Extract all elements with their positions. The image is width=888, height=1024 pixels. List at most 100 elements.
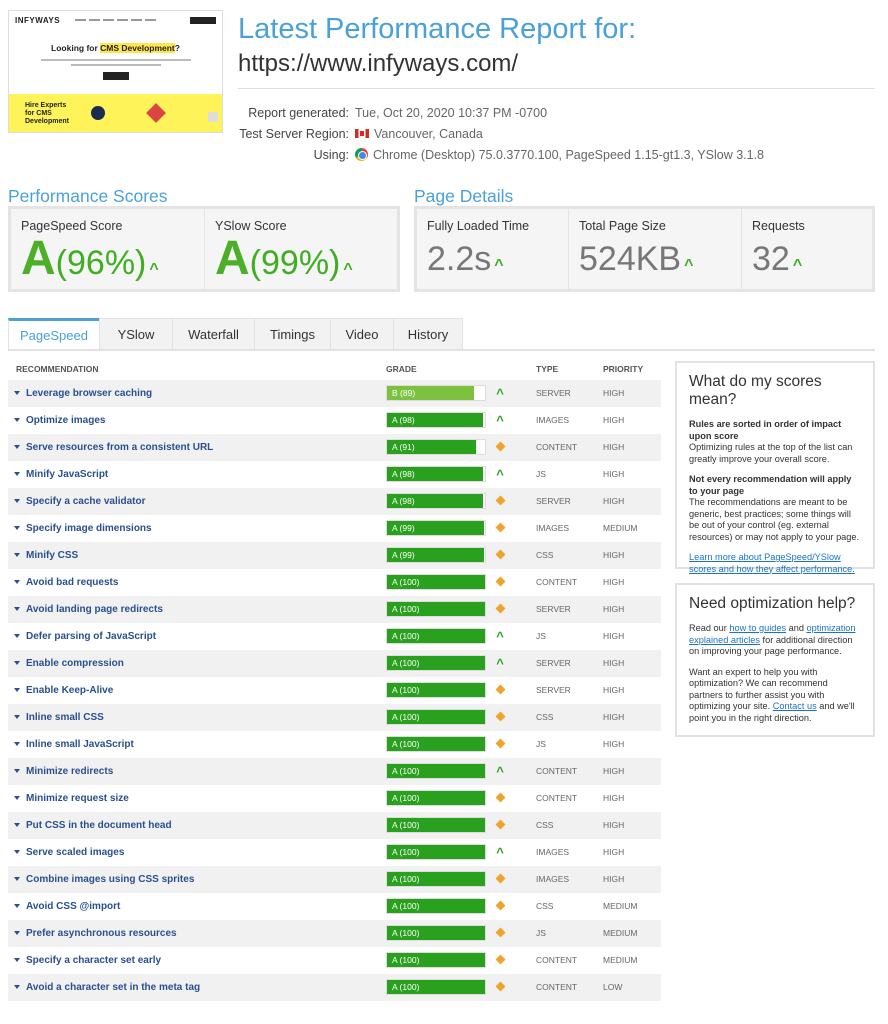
grade-value: A (98) bbox=[392, 469, 415, 479]
column-grade: GRADE bbox=[386, 364, 417, 374]
pagespeed-score-label: PageSpeed Score bbox=[21, 219, 123, 233]
recommendation-toggle[interactable]: Minify CSS bbox=[14, 542, 78, 569]
recommendation-toggle[interactable]: Inline small CSS bbox=[14, 704, 104, 731]
recommendation-toggle[interactable]: Combine images using CSS sprites bbox=[14, 866, 194, 893]
total-size-cell: Total Page Size 524KB ^ bbox=[569, 209, 742, 289]
table-row[interactable]: Serve resources from a consistent URL A (… bbox=[8, 434, 661, 461]
table-row[interactable]: Specify image dimensions A (99) IMAGES MEDI… bbox=[8, 515, 661, 542]
trend-up-icon: ^ bbox=[496, 629, 504, 644]
recommendation-toggle[interactable]: Enable Keep-Alive bbox=[14, 677, 113, 704]
table-row[interactable]: Put CSS in the document head A (100) CSS HI… bbox=[8, 812, 661, 839]
recommendation-toggle[interactable]: Minimize redirects bbox=[14, 758, 113, 785]
tab-yslow[interactable]: YSlow bbox=[99, 318, 173, 350]
recommendation-toggle[interactable]: Avoid landing page redirects bbox=[14, 596, 163, 623]
caret-down-icon bbox=[14, 445, 20, 450]
recommendation-toggle[interactable]: Defer parsing of JavaScript bbox=[14, 623, 156, 650]
table-row[interactable]: Specify a character set early A (100) CONT… bbox=[8, 947, 661, 974]
pagespeed-score-cell: PageSpeed Score A (96%) ^ bbox=[11, 209, 205, 289]
recommendation-priority: HIGH bbox=[603, 469, 625, 479]
column-type: TYPE bbox=[536, 364, 559, 374]
thumbnail-links bbox=[75, 19, 157, 21]
tab-video[interactable]: Video bbox=[330, 318, 394, 350]
recommendation-toggle[interactable]: Minify JavaScript bbox=[14, 461, 108, 488]
table-row[interactable]: Minify CSS A (99) CSS HIGH bbox=[8, 542, 661, 569]
recommendation-type: CONTENT bbox=[536, 577, 578, 587]
recommendation-toggle[interactable]: Enable compression bbox=[14, 650, 124, 677]
grade-bar: A (100) bbox=[386, 979, 486, 995]
table-row[interactable]: Minimize request size A (100) CONTENT HIGH bbox=[8, 785, 661, 812]
column-priority: PRIORITY bbox=[603, 364, 644, 374]
table-row[interactable]: Inline small JavaScript A (100) JS HIGH bbox=[8, 731, 661, 758]
recommendation-toggle[interactable]: Prefer asynchronous resources bbox=[14, 920, 177, 947]
table-row[interactable]: Avoid a character set in the meta tag A (… bbox=[8, 974, 661, 1001]
recommendation-toggle[interactable]: Serve resources from a consistent URL bbox=[14, 434, 213, 461]
tab-pagespeed[interactable]: PageSpeed bbox=[8, 318, 100, 350]
yslow-score-label: YSlow Score bbox=[215, 219, 287, 233]
grade-bar: A (100) bbox=[386, 574, 486, 590]
recommendation-name: Enable compression bbox=[26, 658, 124, 669]
recommendation-toggle[interactable]: Avoid bad requests bbox=[14, 569, 118, 596]
table-row[interactable]: Serve scaled images A (100) ^ IMAGES HIGH bbox=[8, 839, 661, 866]
table-row[interactable]: Minimize redirects A (100) ^ CONTENT HIGH bbox=[8, 758, 661, 785]
tab-history[interactable]: History bbox=[393, 318, 463, 350]
table-row[interactable]: Defer parsing of JavaScript A (100) ^ JS HIG… bbox=[8, 623, 661, 650]
grade-bar: A (100) bbox=[386, 790, 486, 806]
recommendation-toggle[interactable]: Avoid CSS @import bbox=[14, 893, 120, 920]
grade-bar: A (100) bbox=[386, 844, 486, 860]
fully-loaded-cell: Fully Loaded Time 2.2s ^ bbox=[417, 209, 569, 289]
table-row[interactable]: Enable compression A (100) ^ SERVER HIGH bbox=[8, 650, 661, 677]
table-row[interactable]: Avoid bad requests A (100) CONTENT HIGH bbox=[8, 569, 661, 596]
recommendation-toggle[interactable]: Specify image dimensions bbox=[14, 515, 152, 542]
table-row[interactable]: Prefer asynchronous resources A (100) JS ME… bbox=[8, 920, 661, 947]
yslow-score-cell: YSlow Score A (99%) ^ bbox=[205, 209, 397, 289]
recommendation-toggle[interactable]: Serve scaled images bbox=[14, 839, 124, 866]
trend-up-icon: ^ bbox=[496, 413, 504, 428]
recommendation-priority: HIGH bbox=[603, 685, 625, 695]
site-thumbnail[interactable]: INFYWAYS Looking for CMS Development? Hi… bbox=[8, 10, 223, 133]
tab-timings[interactable]: Timings bbox=[254, 318, 331, 350]
recommendations-table: Leverage browser caching B (89) ^ SERVER HIG… bbox=[8, 380, 661, 1001]
recommendation-name: Avoid landing page redirects bbox=[26, 604, 163, 615]
recommendation-name: Defer parsing of JavaScript bbox=[26, 631, 157, 642]
recommendation-type: SERVER bbox=[536, 685, 571, 695]
recommendation-toggle[interactable]: Inline small JavaScript bbox=[14, 731, 134, 758]
recommendation-toggle[interactable]: Optimize images bbox=[14, 407, 105, 434]
table-row[interactable]: Enable Keep-Alive A (100) SERVER HIGH bbox=[8, 677, 661, 704]
table-row[interactable]: Avoid landing page redirects A (100) SERVE… bbox=[8, 596, 661, 623]
table-row[interactable]: Optimize images A (98) ^ IMAGES HIGH bbox=[8, 407, 661, 434]
learn-more-link[interactable]: Learn more about PageSpeed/YSlow scores … bbox=[689, 552, 855, 574]
recommendation-toggle[interactable]: Put CSS in the document head bbox=[14, 812, 172, 839]
recommendation-type: JS bbox=[536, 631, 546, 641]
table-row[interactable]: Avoid CSS @import A (100) CSS MEDIUM bbox=[8, 893, 661, 920]
recommendation-toggle[interactable]: Minimize request size bbox=[14, 785, 129, 812]
tab-waterfall[interactable]: Waterfall bbox=[172, 318, 255, 350]
recommendation-toggle[interactable]: Avoid a character set in the meta tag bbox=[14, 974, 200, 1001]
caret-down-icon bbox=[14, 769, 20, 774]
caret-down-icon bbox=[14, 472, 20, 477]
recommendation-name: Leverage browser caching bbox=[26, 388, 153, 399]
grade-bar: A (98) bbox=[386, 412, 486, 428]
recommendation-type: CONTENT bbox=[536, 955, 578, 965]
recommendation-name: Specify image dimensions bbox=[26, 523, 152, 534]
tabs-divider bbox=[8, 349, 875, 351]
table-row[interactable]: Specify a cache validator A (98) SERVER HIG… bbox=[8, 488, 661, 515]
caret-down-icon bbox=[14, 580, 20, 585]
recommendation-name: Minify JavaScript bbox=[26, 469, 109, 480]
recommendation-name: Inline small JavaScript bbox=[26, 739, 134, 750]
table-row[interactable]: Inline small CSS A (100) CSS HIGH bbox=[8, 704, 661, 731]
recommendation-toggle[interactable]: Leverage browser caching bbox=[14, 380, 152, 407]
recommendation-toggle[interactable]: Specify a cache validator bbox=[14, 488, 146, 515]
meta-row-using: Using: Chrome (Desktop) 75.0.3770.100, P… bbox=[238, 144, 764, 165]
table-row[interactable]: Combine images using CSS sprites A (100) I… bbox=[8, 866, 661, 893]
table-row[interactable]: Leverage browser caching B (89) ^ SERVER HIG… bbox=[8, 380, 661, 407]
how-to-guides-link[interactable]: how to guides bbox=[729, 623, 786, 633]
table-row[interactable]: Minify JavaScript A (98) ^ JS HIGH bbox=[8, 461, 661, 488]
meta-label: Test Server Region: bbox=[239, 126, 349, 141]
recommendation-type: JS bbox=[536, 469, 546, 479]
recommendation-toggle[interactable]: Specify a character set early bbox=[14, 947, 161, 974]
recommendation-priority: HIGH bbox=[603, 442, 625, 452]
recommendation-priority: HIGH bbox=[603, 631, 625, 641]
contact-us-link[interactable]: Contact us bbox=[773, 701, 817, 711]
performance-scores-title: Performance Scores bbox=[8, 186, 168, 206]
recommendation-type: CONTENT bbox=[536, 442, 578, 452]
